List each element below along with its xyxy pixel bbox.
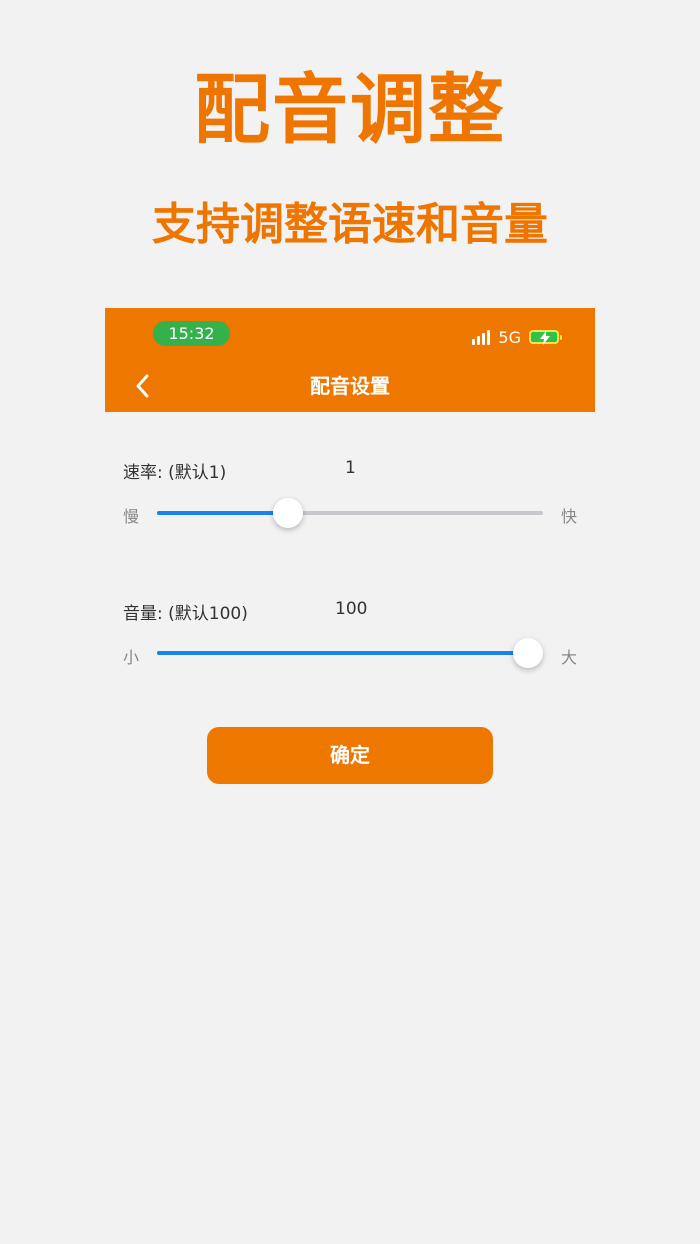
slider-thumb[interactable] bbox=[513, 638, 543, 668]
signal-icon bbox=[472, 329, 491, 345]
network-label: 5G bbox=[498, 327, 521, 347]
speed-min-label: 慢 bbox=[123, 507, 140, 526]
page-title: 配音设置 bbox=[310, 374, 390, 398]
phone-screen: 15:32 5G 配音设置 速率: (默认1) 1 慢 快 音量: (默认100… bbox=[105, 308, 595, 868]
charging-battery-icon bbox=[529, 330, 562, 345]
status-time: 15:32 bbox=[153, 321, 230, 346]
slider-fill bbox=[157, 511, 289, 515]
speed-label: 速率: (默认1) bbox=[123, 463, 227, 483]
app-bar: 15:32 5G 配音设置 bbox=[105, 308, 595, 412]
volume-value: 100 bbox=[335, 599, 368, 619]
volume-slider[interactable] bbox=[157, 638, 543, 668]
confirm-button[interactable]: 确定 bbox=[207, 727, 493, 784]
speed-max-label: 快 bbox=[561, 507, 578, 526]
promo-title: 配音调整 bbox=[194, 65, 506, 154]
speed-slider[interactable] bbox=[157, 498, 543, 528]
slider-fill bbox=[157, 651, 528, 655]
slider-thumb[interactable] bbox=[273, 498, 304, 528]
promo-subtitle: 支持调整语速和音量 bbox=[152, 199, 548, 250]
volume-max-label: 大 bbox=[561, 648, 578, 667]
status-icons: 5G bbox=[472, 326, 562, 348]
volume-min-label: 小 bbox=[123, 648, 140, 667]
volume-label: 音量: (默认100) bbox=[123, 604, 248, 624]
speed-value: 1 bbox=[345, 458, 356, 478]
